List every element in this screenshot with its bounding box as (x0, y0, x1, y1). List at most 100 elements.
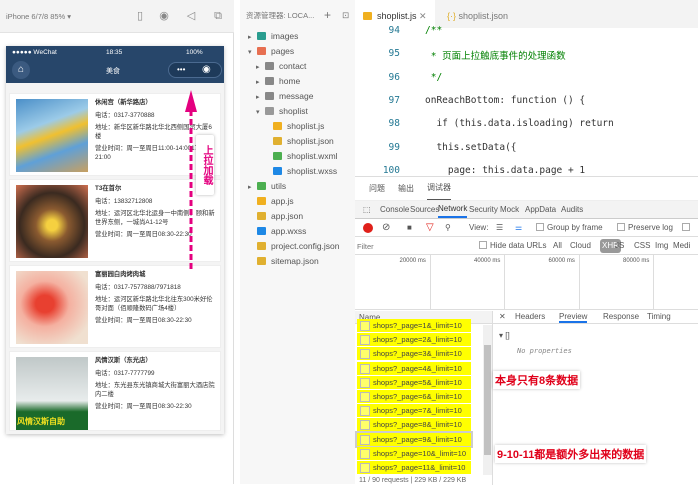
folder-icon (265, 62, 274, 70)
preview-root[interactable]: ▾ [] (499, 331, 510, 340)
hide-data-urls-checkbox[interactable]: Hide data URLs (479, 237, 546, 255)
expand-arrow-icon[interactable]: ▸ (248, 181, 257, 195)
window-icon[interactable]: ⧉ (212, 10, 224, 22)
camera-icon[interactable]: ■ (407, 219, 412, 237)
tree-item-label: shoplist.json (287, 136, 334, 146)
expand-arrow-icon[interactable]: ▾ (256, 106, 265, 120)
filter-type-all[interactable]: All (553, 237, 562, 255)
request-row[interactable]: shops?_page=7&_limit=10 (357, 404, 471, 418)
tree-item[interactable]: app.wxss (248, 224, 306, 238)
shop-card[interactable]: 富丽园白肉烤肉城 电话：0317-7577888/7971818 地址：运河区新华路… (9, 265, 221, 348)
filter-type-img[interactable]: Img (655, 237, 668, 255)
shop-card[interactable]: 风情汉斯自助 风情汉斯（东光店） 电话：0317-7777799 地址：东光县东光镇… (9, 351, 221, 431)
simulator-pane: iPhone 6/7/8 85% ▾ ▯ ◉ ◁ ⧉ ●●●●● WeChat … (0, 0, 234, 484)
page-title: 美食 (106, 68, 120, 75)
tab-shoplist-json[interactable]: {·} shoplist.json (439, 0, 508, 28)
filter-type-js[interactable]: JS (615, 237, 624, 255)
tab-audits[interactable]: Audits (561, 201, 583, 219)
filter-icon[interactable]: ▽ (426, 219, 434, 237)
filter-type-css[interactable]: CSS (634, 237, 650, 255)
tree-item[interactable]: project.config.json (248, 239, 340, 253)
tab-network[interactable]: Network (438, 201, 468, 218)
record-icon[interactable]: ◉ (158, 10, 170, 22)
tree-item[interactable]: ▸ home (256, 74, 300, 88)
tree-item[interactable]: ▸ message (256, 89, 314, 103)
tab-debugger[interactable]: 调试器 (427, 177, 451, 200)
tree-item[interactable]: ▸ images (248, 29, 298, 43)
folder-icon (265, 107, 274, 115)
request-row[interactable]: shops?_page=8&_limit=10 (357, 418, 471, 432)
tab-mock[interactable]: Mock (500, 201, 519, 219)
tab-console[interactable]: Console (380, 201, 409, 219)
record-button[interactable] (363, 223, 373, 233)
filter-type-medi[interactable]: Medi (673, 237, 690, 255)
tab-output[interactable]: 输出 (398, 177, 414, 201)
expand-arrow-icon[interactable]: ▸ (256, 91, 265, 105)
tree-item[interactable]: app.json (248, 209, 303, 223)
request-row[interactable]: shops?_page=4&_limit=10 (357, 361, 471, 375)
expand-arrow-icon[interactable]: ▾ (248, 46, 257, 60)
scrollbar[interactable] (483, 325, 492, 475)
line-number: 97 (388, 94, 400, 106)
request-row[interactable]: shops?_page=2&_limit=10 (357, 333, 471, 347)
waterfall-view-icon[interactable]: ⚌ (515, 219, 522, 237)
timeline-gridline (653, 255, 654, 310)
code-line: onReachBottom: function () { (425, 94, 586, 106)
phone-icon[interactable]: ▯ (134, 10, 146, 22)
devtools-panel: 问题 输出 调试器 ⬚ Console Sources Network Securit… (355, 176, 698, 485)
timeline-tick: 60000 ms (548, 258, 575, 264)
request-row[interactable]: shops?_page=3&_limit=10 (357, 347, 471, 361)
new-folder-icon[interactable]: ⊡ (342, 8, 349, 22)
request-row[interactable]: shops?_page=5&_limit=10 (357, 375, 471, 389)
tab-security[interactable]: Security (469, 201, 498, 219)
tree-item[interactable]: ▸ utils (248, 179, 286, 193)
tree-item[interactable]: shoplist.js (264, 119, 324, 133)
request-row[interactable]: shops?_page=11&_limit=10 (357, 461, 471, 474)
inspect-icon[interactable]: ⬚ (363, 201, 371, 219)
tab-preview[interactable]: Preview (559, 312, 588, 323)
tree-item[interactable]: ▾ pages (248, 44, 294, 58)
close-mini-program-icon[interactable]: ◉ (202, 64, 211, 75)
request-row[interactable]: shops?_page=1&_limit=10 (357, 319, 471, 332)
sound-icon[interactable]: ◁ (185, 10, 197, 22)
timeline-tick: 40000 ms (474, 258, 501, 264)
tree-item[interactable]: ▾ shoplist (256, 104, 308, 118)
add-file-icon[interactable]: + (324, 8, 331, 22)
close-tab-icon[interactable]: ✕ (419, 11, 427, 21)
expand-arrow-icon[interactable]: ▸ (248, 31, 257, 45)
device-selector[interactable]: iPhone 6/7/8 85% ▾ (6, 12, 71, 21)
expand-arrow-icon[interactable]: ▸ (256, 76, 265, 90)
request-row[interactable]: shops?_page=10&_limit=10 (357, 446, 471, 460)
tree-item[interactable]: shoplist.wxss (264, 164, 337, 178)
tab-problems[interactable]: 问题 (369, 177, 385, 201)
clear-icon[interactable]: ⊘ (382, 219, 390, 237)
tree-item[interactable]: shoplist.json (264, 134, 334, 148)
tree-item[interactable]: app.js (248, 194, 294, 208)
expand-arrow-icon[interactable]: ▸ (256, 61, 265, 75)
more-button[interactable]: ••• (177, 65, 185, 74)
preserve-log-checkbox[interactable]: Preserve log (617, 219, 673, 237)
group-by-frame-checkbox[interactable]: Group by frame (536, 219, 603, 237)
tree-item[interactable]: sitemap.json (248, 254, 319, 268)
tab-headers[interactable]: Headers (515, 312, 545, 321)
tab-timing[interactable]: Timing (647, 312, 671, 321)
tree-item-label: shoplist.wxss (287, 166, 338, 176)
tab-shoplist-js[interactable]: shoplist.js ✕ (355, 0, 435, 28)
code-line: * 页面上拉触底事件的处理函数 (425, 51, 566, 63)
filter-type-cloud[interactable]: Cloud (570, 237, 591, 255)
tab-appdata[interactable]: AppData (525, 201, 556, 219)
tab-response[interactable]: Response (603, 312, 639, 321)
disable-cache-checkbox[interactable] (682, 219, 693, 237)
request-row[interactable]: shops?_page=6&_limit=10 (357, 390, 471, 403)
tab-sources[interactable]: Sources (410, 201, 439, 219)
tree-item[interactable]: ▸ contact (256, 59, 306, 73)
search-icon[interactable]: ⚲ (445, 219, 451, 237)
home-icon[interactable]: ⌂ (12, 61, 30, 79)
request-row[interactable]: shops?_page=9&_limit=10 (357, 432, 471, 446)
close-detail-icon[interactable]: ✕ (499, 312, 506, 321)
timeline-tick: 20000 ms (399, 258, 426, 264)
tree-item[interactable]: shoplist.wxml (264, 149, 338, 163)
label: Group by frame (547, 223, 603, 232)
filter-input[interactable] (357, 239, 469, 253)
list-view-icon[interactable]: ☰ (496, 219, 503, 237)
